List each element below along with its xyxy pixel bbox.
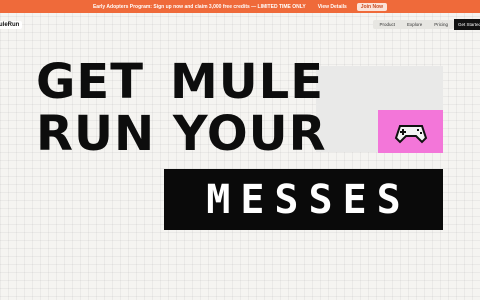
messes-banner: MESSES xyxy=(164,169,443,230)
messes-text: MESSES xyxy=(206,176,411,223)
nav-product[interactable]: Product xyxy=(373,22,401,27)
view-details-link[interactable]: View Details xyxy=(318,4,347,10)
nav-pricing[interactable]: Pricing xyxy=(428,22,454,27)
hero-pink-tile xyxy=(378,110,443,153)
get-started-button[interactable]: Get Started xyxy=(454,19,480,30)
hero-line-2: RUN YOUR xyxy=(36,106,327,162)
hero-word-get: GET xyxy=(36,54,144,110)
promo-banner: Early Adopters Program: Sign up now and … xyxy=(0,0,480,13)
join-now-button[interactable]: Join Now xyxy=(356,2,388,11)
logo[interactable]: uleRun xyxy=(0,21,23,29)
hero-word-mule: MULE xyxy=(169,54,325,110)
promo-message: Early Adopters Program: Sign up now and … xyxy=(92,3,306,10)
nav-explore[interactable]: Explore xyxy=(401,22,428,27)
top-nav: Product Explore Pricing xyxy=(373,20,454,29)
hero-line-1: GET MULE xyxy=(36,58,324,106)
gamepad-icon xyxy=(394,124,427,143)
